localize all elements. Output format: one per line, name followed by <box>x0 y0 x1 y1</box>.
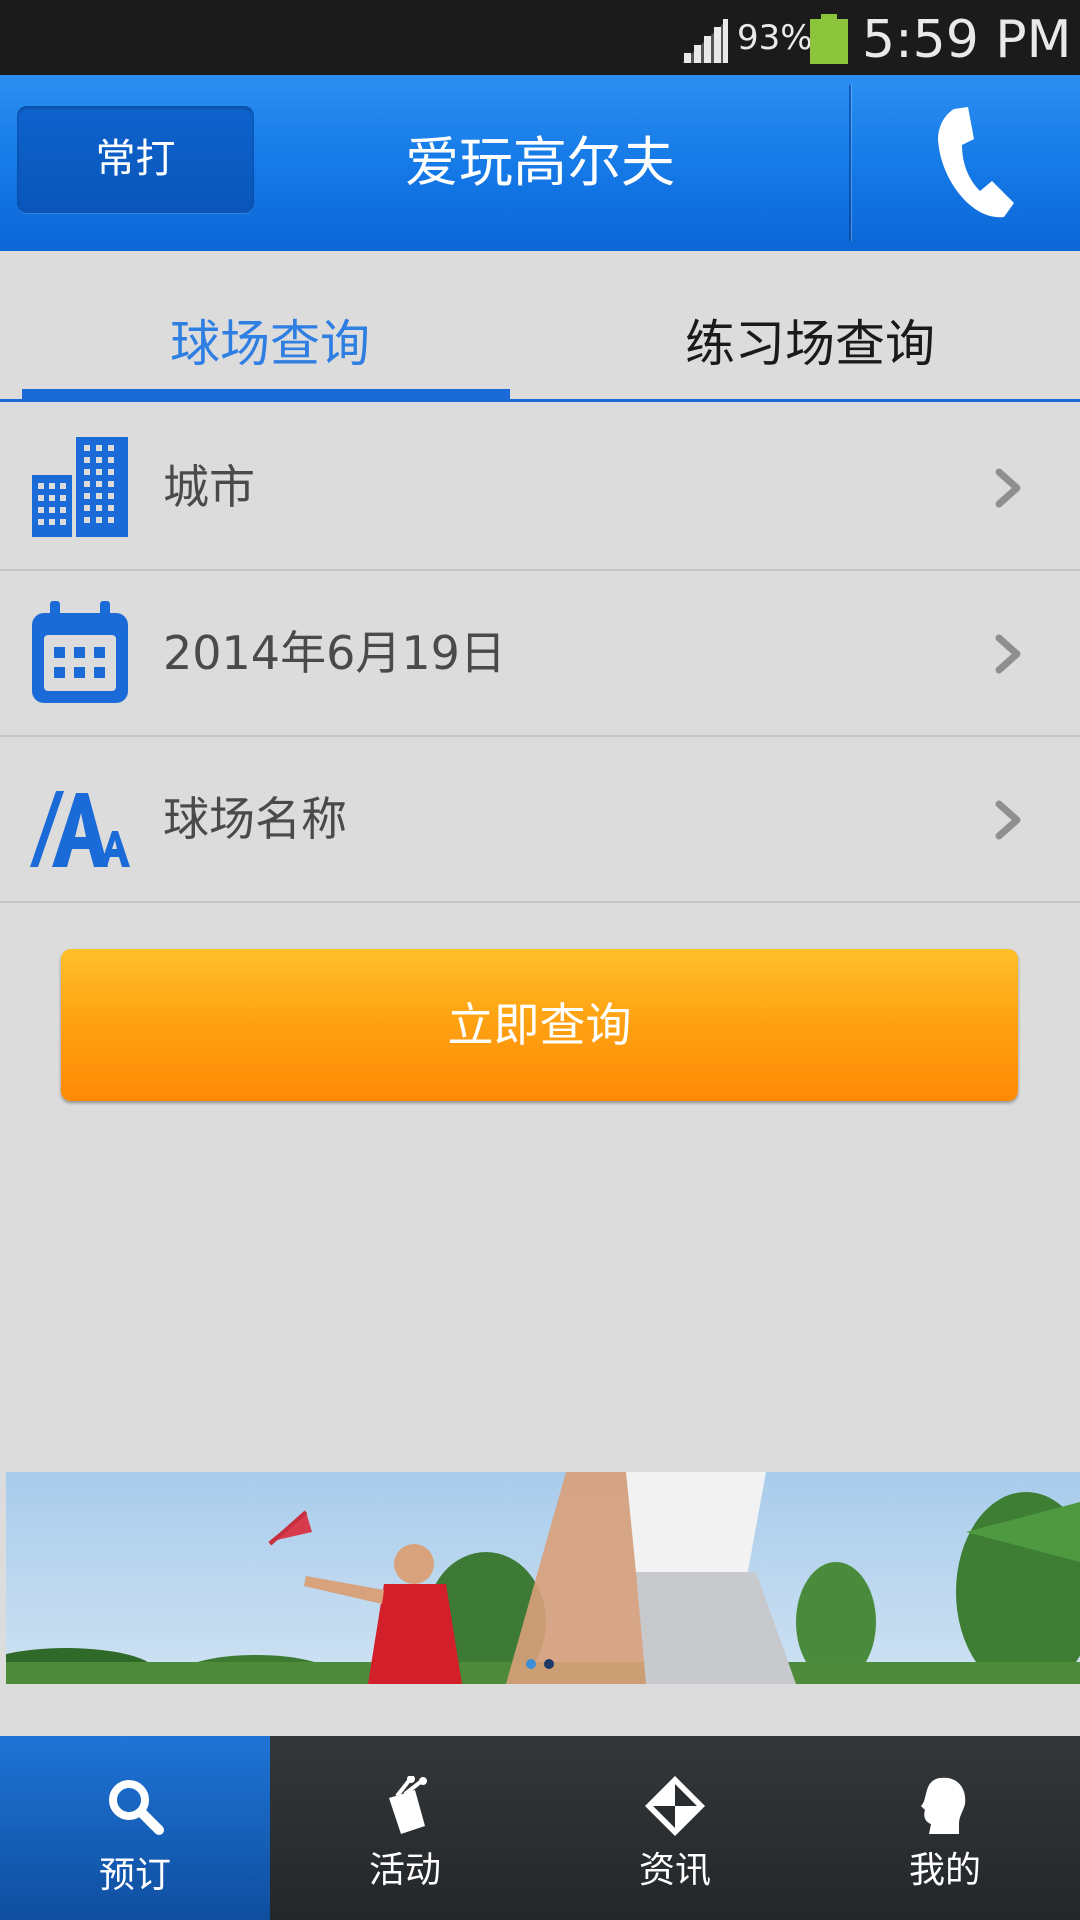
tab-course-search[interactable]: 球场查询 <box>0 251 540 403</box>
golf-players-photo <box>6 1472 1080 1684</box>
nav-profile-label: 我的 <box>908 1850 981 1891</box>
search-icon <box>109 1780 164 1835</box>
promo-banner[interactable] <box>6 1472 1080 1684</box>
nav-activities[interactable]: 活动 <box>270 1736 540 1920</box>
city-label: 城市 <box>163 460 255 514</box>
user-head-icon <box>921 1777 966 1834</box>
banner-page-dot <box>544 1659 554 1669</box>
golf-bag-icon <box>389 1776 427 1834</box>
phone-icon <box>938 107 1014 218</box>
city-buildings-icon <box>32 437 128 537</box>
signal-icon <box>682 19 728 63</box>
course-name-row[interactable]: 球场名称 <box>0 737 1080 903</box>
status-bar: 93% 5:59 PM <box>0 0 1080 75</box>
course-name-label: 球场名称 <box>163 792 347 846</box>
frequent-button[interactable]: 常打 <box>17 106 254 213</box>
bottom-navigation: 预订 活动 资讯 我的 <box>0 1736 1080 1920</box>
calendar-icon <box>32 601 128 703</box>
date-row[interactable]: 2014年6月19日 <box>0 571 1080 737</box>
nav-activities-label: 活动 <box>368 1850 441 1891</box>
search-tabs: 球场查询 练习场查询 <box>0 251 1080 403</box>
nav-booking[interactable]: 预订 <box>0 1736 270 1920</box>
nav-news-label: 资讯 <box>638 1850 711 1891</box>
call-button[interactable] <box>852 75 1080 251</box>
font-name-icon <box>30 791 130 867</box>
page-title: 爱玩高尔夫 <box>405 131 675 194</box>
tab-range-search[interactable]: 练习场查询 <box>540 251 1080 403</box>
search-now-button[interactable]: 立即查询 <box>61 949 1018 1101</box>
chevron-right-icon <box>995 468 1021 508</box>
nav-news[interactable]: 资讯 <box>540 1736 810 1920</box>
chevron-right-icon <box>995 634 1021 674</box>
banner-page-dot-active <box>526 1659 536 1669</box>
news-envelope-icon <box>645 1776 705 1836</box>
nav-booking-label: 预订 <box>98 1855 171 1896</box>
date-label: 2014年6月19日 <box>163 626 506 680</box>
header-divider <box>849 85 851 241</box>
clock: 5:59 PM <box>862 10 1072 70</box>
chevron-right-icon <box>995 800 1021 840</box>
app-header: 常打 爱玩高尔夫 <box>0 75 1080 251</box>
city-row[interactable]: 城市 <box>0 405 1080 571</box>
battery-percentage: 93% <box>737 18 813 58</box>
nav-profile[interactable]: 我的 <box>810 1736 1080 1920</box>
tabs-divider <box>0 399 1080 402</box>
battery-icon <box>810 14 848 64</box>
